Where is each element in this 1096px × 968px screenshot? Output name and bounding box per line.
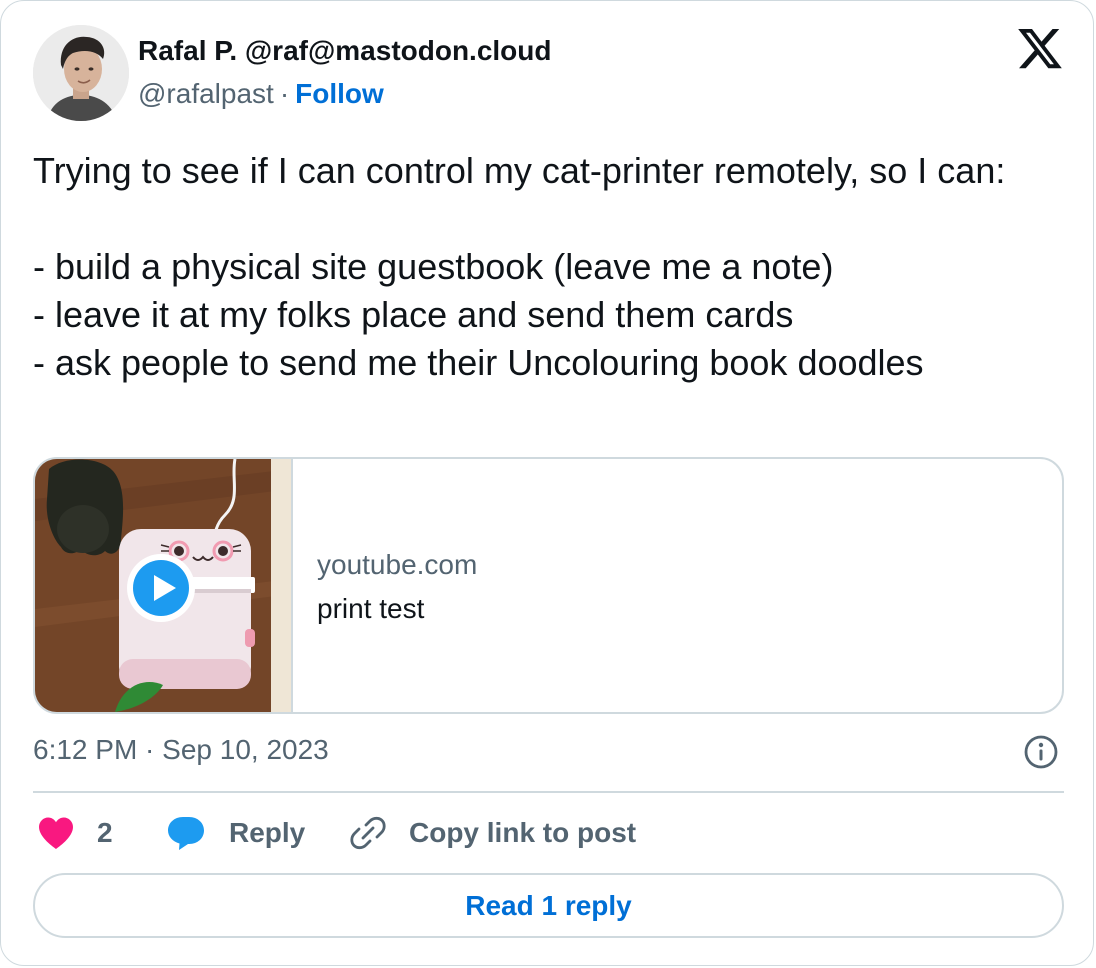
avatar-image bbox=[33, 25, 129, 121]
copy-link-button[interactable]: Copy link to post bbox=[349, 813, 636, 853]
x-logo-icon[interactable] bbox=[1018, 29, 1062, 69]
divider bbox=[33, 791, 1064, 793]
post-text-line: - leave it at my folks place and send th… bbox=[33, 294, 794, 335]
video-thumbnail[interactable] bbox=[35, 459, 291, 712]
heart-icon bbox=[39, 817, 73, 849]
author-display-name[interactable]: Rafal P. @raf@mastodon.cloud bbox=[138, 35, 552, 67]
link-icon bbox=[350, 816, 386, 850]
reply-button[interactable]: Reply bbox=[167, 813, 305, 853]
link-title: print test bbox=[317, 593, 425, 624]
speech-bubble-icon bbox=[168, 817, 204, 850]
copy-link-label: Copy link to post bbox=[409, 817, 637, 848]
post-text-line: Trying to see if I can control my cat-pr… bbox=[33, 150, 1006, 191]
embedded-post-card: Rafal P. @raf@mastodon.cloud @rafalpast ·… bbox=[0, 0, 1094, 966]
thumbnail-divider bbox=[291, 459, 293, 712]
like-count: 2 bbox=[97, 817, 113, 848]
play-icon[interactable] bbox=[126, 553, 196, 623]
post-text-line: - build a physical site guestbook (leave… bbox=[33, 246, 834, 287]
like-button[interactable]: 2 bbox=[37, 813, 113, 853]
follow-button[interactable]: Follow bbox=[295, 78, 384, 109]
author-handle[interactable]: @rafalpast bbox=[138, 78, 274, 109]
post-text: Trying to see if I can control my cat-pr… bbox=[33, 147, 1043, 387]
link-preview-card[interactable]: youtube.com print test bbox=[33, 457, 1064, 714]
post-timestamp[interactable]: 6:12 PM · Sep 10, 2023 bbox=[33, 734, 329, 766]
reply-label: Reply bbox=[229, 817, 306, 848]
read-replies-button[interactable]: Read 1 reply bbox=[33, 873, 1064, 938]
info-icon[interactable] bbox=[1023, 734, 1059, 770]
post-text-line: - ask people to send me their Uncolourin… bbox=[33, 342, 924, 383]
post-text-blank-line bbox=[33, 195, 1043, 243]
avatar[interactable] bbox=[33, 25, 129, 121]
author-handle-row: @rafalpast · Follow bbox=[138, 78, 384, 110]
link-domain: youtube.com bbox=[317, 549, 478, 580]
separator-dot: · bbox=[279, 78, 290, 109]
